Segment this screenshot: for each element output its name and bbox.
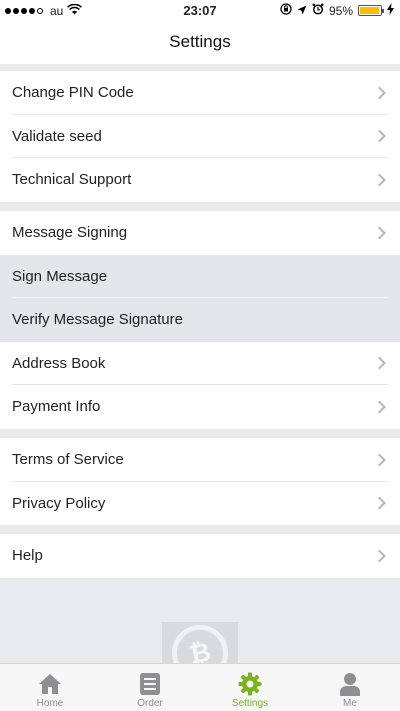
row-label: Technical Support bbox=[12, 171, 132, 189]
address-book-row[interactable]: Address Book bbox=[0, 342, 400, 385]
chevron-right-icon bbox=[373, 173, 386, 187]
row-label: Terms of Service bbox=[12, 451, 124, 469]
tab-label: Me bbox=[343, 698, 357, 709]
tab-label: Order bbox=[137, 698, 163, 709]
technical-support-row[interactable]: Technical Support bbox=[0, 158, 400, 202]
help-row[interactable]: Help bbox=[0, 534, 400, 578]
settings-group-help: Help bbox=[0, 534, 400, 578]
row-label: Validate seed bbox=[12, 127, 102, 145]
bitcoin-icon: ₿ bbox=[166, 622, 234, 668]
row-label: Help bbox=[12, 547, 43, 565]
row-label: Sign Message bbox=[12, 267, 108, 285]
row-label: Message Signing bbox=[12, 224, 128, 242]
tab-order[interactable]: Order bbox=[100, 664, 200, 711]
status-bar: au 23:07 95% bbox=[0, 0, 400, 20]
tab-bar: Home Order Settings Me bbox=[0, 663, 400, 711]
row-label: Address Book bbox=[12, 354, 106, 372]
chevron-right-icon bbox=[373, 86, 386, 100]
chevron-right-icon bbox=[373, 453, 386, 467]
settings-group-security: Change PIN Code Validate seed Technical … bbox=[0, 71, 400, 202]
tab-me[interactable]: Me bbox=[300, 664, 400, 711]
chevron-right-icon bbox=[373, 496, 386, 510]
charging-icon bbox=[387, 3, 394, 18]
location-icon bbox=[297, 4, 307, 18]
sign-message-row[interactable]: Sign Message bbox=[0, 254, 400, 298]
bitcoin-logo: ₿ bbox=[162, 622, 238, 668]
row-label: Privacy Policy bbox=[12, 494, 106, 512]
row-label: Change PIN Code bbox=[12, 84, 134, 102]
tab-settings[interactable]: Settings bbox=[200, 664, 300, 711]
payment-info-row[interactable]: Payment Info bbox=[0, 385, 400, 429]
rotation-lock-icon bbox=[280, 3, 292, 18]
order-icon bbox=[139, 671, 161, 696]
me-icon bbox=[339, 671, 361, 696]
settings-group-legal: Terms of Service Privacy Policy bbox=[0, 438, 400, 525]
chevron-right-icon bbox=[373, 400, 386, 414]
row-label: Verify Message Signature bbox=[12, 311, 183, 329]
tab-home[interactable]: Home bbox=[0, 664, 100, 711]
verify-message-signature-row[interactable]: Verify Message Signature bbox=[0, 298, 400, 342]
chevron-down-icon bbox=[373, 226, 386, 240]
home-icon bbox=[37, 671, 63, 696]
navigation-bar: Settings bbox=[0, 20, 400, 64]
tab-label: Home bbox=[36, 698, 64, 709]
battery-icon bbox=[358, 5, 384, 16]
message-signing-row[interactable]: Message Signing bbox=[0, 211, 400, 255]
battery-percent: 95% bbox=[328, 3, 353, 18]
settings-group-messages: Message Signing Sign Message Verify Mess… bbox=[0, 211, 400, 429]
validate-seed-row[interactable]: Validate seed bbox=[0, 115, 400, 158]
terms-of-service-row[interactable]: Terms of Service bbox=[0, 438, 400, 482]
page-title: Settings bbox=[169, 32, 231, 51]
row-label: Payment Info bbox=[12, 398, 101, 416]
chevron-right-icon bbox=[373, 549, 386, 563]
settings-icon bbox=[238, 671, 262, 696]
chevron-right-icon bbox=[373, 356, 386, 370]
change-pin-code-row[interactable]: Change PIN Code bbox=[0, 71, 400, 115]
tab-label: Settings bbox=[231, 698, 269, 709]
chevron-right-icon bbox=[373, 129, 386, 143]
privacy-policy-row[interactable]: Privacy Policy bbox=[0, 482, 400, 526]
alarm-icon bbox=[312, 3, 324, 18]
